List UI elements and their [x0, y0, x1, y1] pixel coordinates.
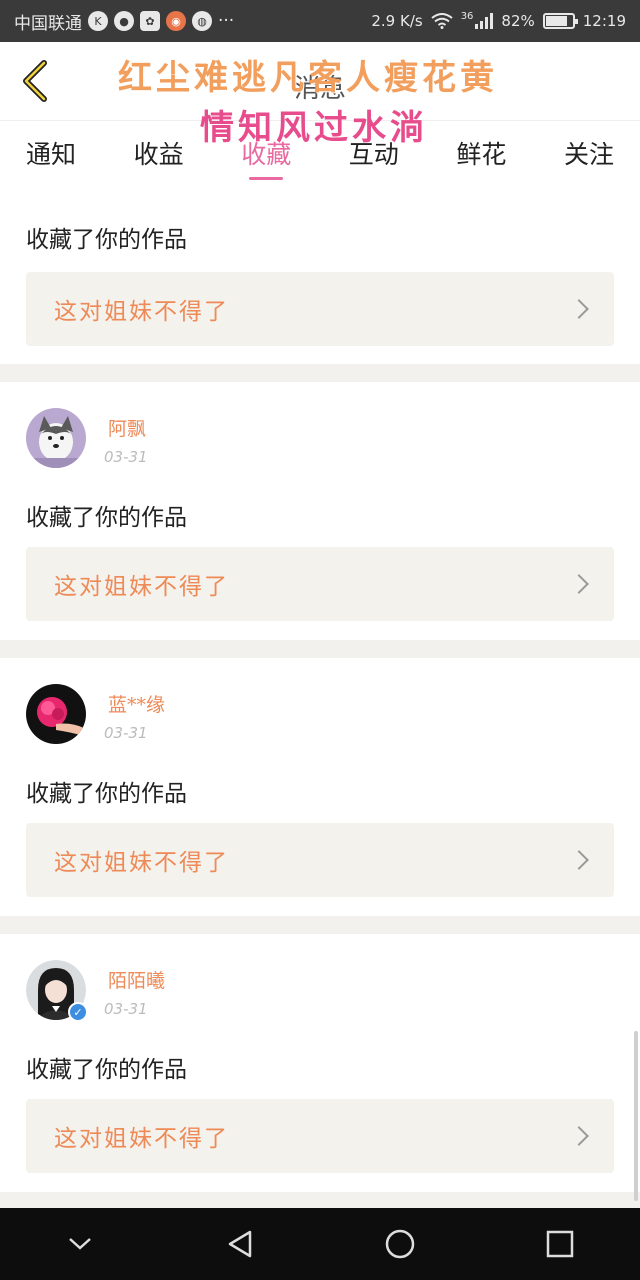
overlay-text-line1: 红尘难逃凡客人瘦花黄	[118, 58, 498, 98]
action-text: 收藏了你的作品	[26, 1057, 187, 1083]
action-text: 收藏了你的作品	[26, 505, 187, 531]
username[interactable]: 阿飘	[108, 414, 146, 441]
recents-nav-button[interactable]	[530, 1214, 590, 1274]
username[interactable]: 蓝**缘	[108, 690, 165, 717]
avatar[interactable]	[26, 408, 86, 468]
net-speed: 2.9 K/s	[371, 12, 423, 30]
back-nav-button[interactable]	[210, 1214, 270, 1274]
status-bar: 中国联通 K ● ✿ ◉ ◍ ··· 2.9 K/s 36 82% 12:19	[0, 0, 640, 42]
user-row: ✓ 陌陌曦 03-31	[26, 960, 426, 1022]
carrier-label: 中国联通	[14, 13, 82, 34]
avatar[interactable]: ✓	[26, 960, 88, 1022]
date: 03-31	[104, 448, 148, 466]
home-nav-button[interactable]	[370, 1214, 430, 1274]
work-link[interactable]: 这对姐妹不得了	[26, 547, 614, 621]
tab-flowers[interactable]: 鲜花	[456, 121, 506, 186]
flower-avatar-icon	[26, 684, 86, 744]
battery-percent: 82%	[501, 12, 535, 30]
system-nav-bar	[0, 1208, 640, 1280]
hide-nav-button[interactable]	[50, 1214, 110, 1274]
chevron-right-icon	[569, 850, 589, 870]
wechat-icon: ◍	[192, 11, 212, 31]
work-link[interactable]: 这对姐妹不得了	[26, 1099, 614, 1173]
user-row: 阿飘 03-31	[26, 408, 426, 468]
chevron-right-icon	[569, 1126, 589, 1146]
action-text: 收藏了你的作品	[26, 781, 187, 807]
paw-icon: ✿	[140, 11, 160, 31]
list-item: ✓ 陌陌曦 03-31 收藏了你的作品 这对姐妹不得了	[0, 934, 640, 1192]
list-item: 蓝**缘 03-31 收藏了你的作品 这对姐妹不得了	[0, 658, 640, 916]
list-item: 阿飘 03-31 收藏了你的作品 这对姐妹不得了	[0, 382, 640, 640]
chevron-right-icon	[569, 574, 589, 594]
more-icon: ···	[218, 11, 235, 31]
scrollbar[interactable]	[634, 1031, 638, 1201]
triangle-back-icon	[228, 1230, 252, 1258]
signal-icon	[475, 13, 494, 29]
work-title: 这对姐妹不得了	[54, 1126, 229, 1152]
verified-badge-icon: ✓	[68, 1002, 88, 1022]
battery-icon	[542, 13, 578, 29]
tab-following[interactable]: 关注	[564, 121, 614, 186]
chevron-right-icon	[569, 299, 589, 319]
work-title: 这对姐妹不得了	[54, 850, 229, 876]
clock: 12:19	[582, 12, 626, 30]
date: 03-31	[104, 1000, 148, 1018]
action-text: 收藏了你的作品	[26, 227, 187, 253]
chat-bubble-icon: ●	[114, 11, 134, 31]
user-row: 蓝**缘 03-31	[26, 684, 426, 744]
work-link[interactable]: 这对姐妹不得了	[26, 823, 614, 897]
list-item: 收藏了你的作品 这对姐妹不得了	[0, 186, 640, 364]
username[interactable]: 陌陌曦	[108, 966, 165, 993]
work-title: 这对姐妹不得了	[54, 299, 229, 325]
date: 03-31	[104, 724, 148, 742]
app-notification-icon: ◉	[166, 11, 186, 31]
signal-type: 36	[460, 10, 474, 22]
avatar[interactable]	[26, 684, 86, 744]
work-link[interactable]: 这对姐妹不得了	[26, 272, 614, 346]
chevron-down-icon	[69, 1238, 91, 1250]
square-recents-icon	[546, 1230, 574, 1258]
notification-list[interactable]: 收藏了你的作品 这对姐妹不得了 阿飘 03-31 收藏了你的作品 这对姐妹不得了…	[0, 186, 640, 1208]
tab-notifications[interactable]: 通知	[26, 121, 76, 186]
husky-avatar-icon	[26, 408, 86, 468]
overlay-text-line2: 情知风过水淌	[200, 108, 428, 148]
circle-home-icon	[385, 1229, 415, 1259]
tab-earnings[interactable]: 收益	[134, 121, 184, 186]
wifi-icon	[431, 13, 453, 29]
work-title: 这对姐妹不得了	[54, 574, 229, 600]
k-app-icon: K	[88, 11, 108, 31]
